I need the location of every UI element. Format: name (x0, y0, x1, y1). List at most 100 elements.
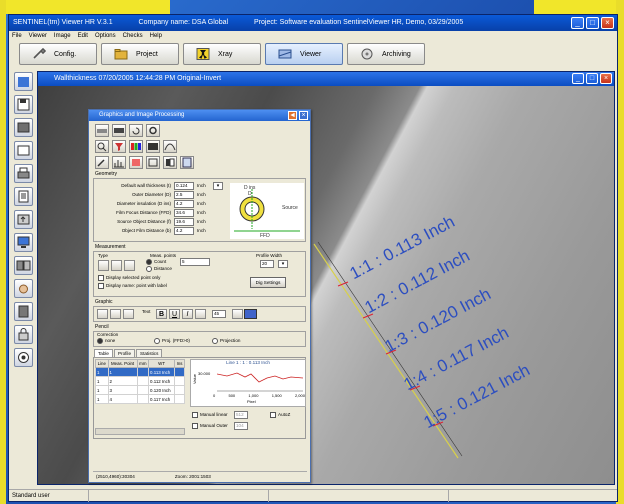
histogram-tool-button[interactable] (112, 156, 126, 169)
panel-undock-button[interactable]: ◄ (288, 111, 297, 120)
window-button[interactable] (13, 141, 33, 160)
info-button[interactable] (13, 302, 33, 321)
minimize-button[interactable]: _ (571, 17, 584, 29)
report-button[interactable] (13, 187, 33, 206)
color-picker-button[interactable] (232, 309, 243, 319)
settings-button[interactable] (13, 325, 33, 344)
window-titlebar[interactable]: SENTINEL(tm) Viewer HR V.3.1 Company nam… (9, 15, 617, 31)
color-swatch[interactable] (244, 309, 257, 319)
diameter-insulation-input[interactable]: 4.2 (174, 199, 194, 208)
arrow-draw-button[interactable] (110, 309, 121, 319)
manual-linear-checkbox[interactable] (192, 412, 198, 418)
italic-button[interactable]: I (182, 309, 193, 319)
menu-viewer[interactable]: Viewer (29, 31, 47, 41)
menu-image[interactable]: Image (54, 31, 71, 41)
zoom-tool-button[interactable] (95, 140, 109, 153)
measure-type-diag-button[interactable] (124, 260, 135, 271)
profile-width-dropdown[interactable]: ▾ (278, 260, 288, 268)
menu-help[interactable]: Help (150, 31, 162, 41)
tab-archiving[interactable]: Archiving (347, 43, 425, 65)
count-radio[interactable] (146, 259, 152, 265)
col-header[interactable]: Meas. Point (107, 359, 138, 368)
distance-radio[interactable] (146, 266, 152, 272)
table-row[interactable]: 1 1 0.113 Inch (95, 367, 185, 377)
dig-settings-button[interactable]: Dig Settings (250, 277, 286, 288)
save-image-button[interactable] (13, 95, 33, 114)
table-horizontal-scrollbar[interactable] (95, 428, 185, 435)
image-list-button[interactable] (13, 118, 33, 137)
dropper-tool-button[interactable] (95, 156, 109, 169)
col-header[interactable]: Line (95, 359, 109, 368)
col-header[interactable]: mm (136, 359, 150, 368)
object-film-distance-input[interactable]: 4.2 (174, 226, 194, 235)
menu-options[interactable]: Options (95, 31, 116, 41)
filter-tool-button[interactable] (112, 140, 126, 153)
corr-proj-radio[interactable] (154, 338, 160, 344)
profile-width-input[interactable]: 20 (260, 260, 274, 268)
table-row[interactable]: 1 3 0.120 Inch (95, 385, 185, 395)
measure-type-line-button[interactable] (98, 260, 109, 271)
tab-config[interactable]: Config. (19, 43, 97, 65)
menu-file[interactable]: File (12, 31, 22, 41)
tab-project[interactable]: Project (101, 43, 179, 65)
meas-points-input[interactable]: 5 (180, 258, 210, 266)
col-header[interactable]: Ins (174, 359, 185, 368)
display-names-checkbox[interactable] (98, 283, 104, 289)
ffd-input[interactable]: 34.6 (174, 208, 194, 217)
col-header[interactable]: WT (148, 359, 176, 368)
doc-close-button[interactable]: × (600, 73, 612, 84)
subtab-table[interactable]: Table (94, 349, 113, 357)
open-image-button[interactable] (13, 72, 33, 91)
display-selected-checkbox[interactable] (98, 275, 104, 281)
monitor-button[interactable] (13, 233, 33, 252)
corr-none-radio[interactable] (97, 338, 103, 344)
invert-tool-button[interactable] (163, 156, 177, 169)
image-tool-button[interactable] (146, 140, 160, 153)
gauge-tool-button[interactable] (112, 124, 126, 137)
outer-diameter-input[interactable]: 2.5 (174, 190, 194, 199)
manual-linear-input[interactable]: 512 (234, 411, 248, 419)
auto-z-checkbox[interactable] (270, 412, 276, 418)
manual-outer-checkbox[interactable] (192, 423, 198, 429)
maximize-button[interactable]: □ (586, 17, 599, 29)
manual-outer-input[interactable]: 104 (234, 422, 248, 430)
contrast-tool-button[interactable] (180, 156, 194, 169)
panel-titlebar[interactable]: Graphics and Image Processing (89, 110, 310, 121)
close-button[interactable]: × (601, 17, 614, 29)
circle-draw-button[interactable] (97, 309, 108, 319)
doc-maximize-button[interactable]: □ (586, 73, 598, 84)
menu-checks[interactable]: Checks (123, 31, 143, 41)
threshold-tool-button[interactable] (146, 156, 160, 169)
doc-minimize-button[interactable]: _ (572, 73, 584, 84)
hand-button[interactable] (13, 279, 33, 298)
gear-tool-button[interactable] (146, 124, 160, 137)
table-row[interactable]: 1 4 0.117 Inch (95, 394, 185, 404)
delete-draw-button[interactable] (123, 309, 134, 319)
subtab-profile[interactable]: Profile (113, 349, 136, 357)
source-object-distance-input[interactable]: 19.6 (174, 217, 194, 226)
subtab-statistics[interactable]: Statistics (136, 349, 163, 357)
curve-tool-button[interactable] (163, 140, 177, 153)
wall-thickness-input[interactable]: 0.124 (174, 181, 194, 190)
target-button[interactable] (13, 348, 33, 367)
bold-button[interactable]: B (156, 309, 167, 319)
tab-xray[interactable]: Xray (183, 43, 261, 65)
sharpen-tool-button[interactable] (129, 156, 143, 169)
color-button[interactable] (195, 309, 206, 319)
export-button[interactable] (13, 210, 33, 229)
unit-dropdown[interactable]: ▾ (213, 181, 223, 190)
menu-edit[interactable]: Edit (78, 31, 88, 41)
tab-viewer[interactable]: Viewer (265, 43, 343, 65)
corr-projection-radio[interactable] (212, 338, 218, 344)
document-titlebar[interactable]: Wallthickness 07/20/2005 12:44:28 PM Ori… (38, 72, 614, 86)
ruler-tool-button[interactable] (95, 124, 109, 137)
measure-type-curve-button[interactable] (111, 260, 122, 271)
color-tool-button[interactable] (129, 140, 143, 153)
print-button[interactable] (13, 164, 33, 183)
panel-close-button[interactable]: × (299, 111, 308, 120)
table-row[interactable]: 1 2 0.112 Inch (95, 376, 185, 386)
rotate-tool-button[interactable] (129, 124, 143, 137)
font-size-input[interactable]: 45 (212, 310, 226, 318)
underline-button[interactable]: U (169, 309, 180, 319)
compare-button[interactable] (13, 256, 33, 275)
